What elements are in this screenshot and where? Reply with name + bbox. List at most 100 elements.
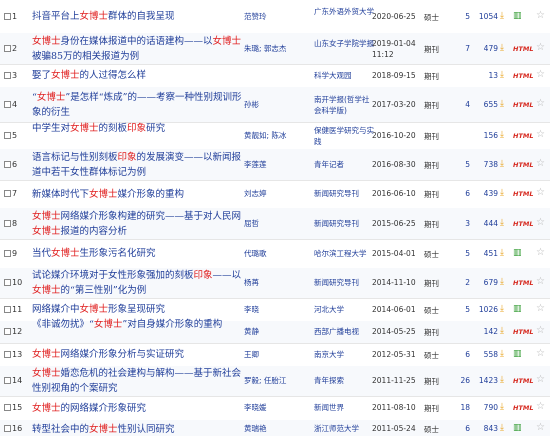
article-title-link[interactable]: 抖音平台上女博士群体的自我呈现 <box>32 9 242 24</box>
favorite-star-icon[interactable]: ☆ <box>536 401 545 412</box>
source-link[interactable]: 浙江师范大学 <box>314 423 376 434</box>
citation-count[interactable]: 5 <box>448 249 470 258</box>
article-title-link[interactable]: 语言标记与性别刻板印象的发展演变——以新闻报道中若干女性群体标记为例 <box>32 150 242 180</box>
article-title-link[interactable]: 女博士婚恋危机的社会建构与解构——基于新社会性别视角的个案研究 <box>32 366 242 396</box>
html-format-link[interactable]: HTML <box>513 328 533 336</box>
article-title-link[interactable]: 转型社会中的女博士性别认同研究 <box>32 422 242 436</box>
author-link[interactable]: 黄靓如; 陈冰 <box>244 130 308 141</box>
favorite-star-icon[interactable]: ☆ <box>536 247 545 258</box>
download-icon[interactable]: ⤓ <box>500 99 504 109</box>
source-link[interactable]: 广东外语外贸大学 <box>314 6 376 17</box>
download-icon[interactable]: ⤓ <box>500 11 504 21</box>
html-format-link[interactable]: HTML <box>513 101 533 109</box>
source-link[interactable]: 新闻研究导刊 <box>314 188 376 199</box>
row-checkbox[interactable] <box>4 160 11 168</box>
row-checkbox[interactable] <box>4 44 11 52</box>
row-checkbox[interactable] <box>4 350 11 358</box>
article-title-link[interactable]: 试论媒介环境对于女性形象强加的刻板印象——以女博士的“第三性别”化为例 <box>32 268 242 298</box>
row-checkbox[interactable] <box>4 425 11 432</box>
favorite-star-icon[interactable]: ☆ <box>536 10 545 21</box>
author-link[interactable]: 李晓 <box>244 304 308 315</box>
download-icon[interactable]: ⤓ <box>500 423 504 433</box>
favorite-star-icon[interactable]: ☆ <box>536 158 545 169</box>
author-link[interactable]: 王卿 <box>244 349 308 360</box>
download-icon[interactable]: ⤓ <box>500 304 504 314</box>
row-checkbox[interactable] <box>4 328 11 335</box>
book-icon[interactable]: ▥ <box>513 11 522 21</box>
favorite-star-icon[interactable]: ☆ <box>536 69 545 80</box>
author-link[interactable]: 罗毅; 任胎江 <box>244 375 308 386</box>
source-link[interactable]: 南开学报(哲学社会科学版) <box>314 94 376 116</box>
html-format-link[interactable]: HTML <box>513 220 533 228</box>
article-title-link[interactable]: 娶了女博士的人过得怎么样 <box>32 68 242 83</box>
citation-count[interactable]: 5 <box>448 305 470 314</box>
download-icon[interactable]: ⤓ <box>500 159 504 169</box>
row-checkbox[interactable] <box>4 100 11 108</box>
html-format-link[interactable]: HTML <box>513 132 533 140</box>
author-link[interactable]: 朱璐; 郭志杰 <box>244 43 308 54</box>
source-link[interactable]: 哈尔滨工程大学 <box>314 248 376 259</box>
author-link[interactable]: 黄瑞艳 <box>244 423 308 434</box>
article-title-link[interactable]: 女博士身份在媒体报道中的话语建构——以女博士被骗85万的相关报道为例 <box>32 34 242 64</box>
favorite-star-icon[interactable]: ☆ <box>536 374 545 385</box>
favorite-star-icon[interactable]: ☆ <box>536 217 545 228</box>
author-link[interactable]: 李晓媛 <box>244 402 308 413</box>
citation-count[interactable]: 4 <box>448 100 470 109</box>
author-link[interactable]: 范赞玲 <box>244 11 308 22</box>
favorite-star-icon[interactable]: ☆ <box>536 129 545 140</box>
citation-count[interactable]: 5 <box>448 12 470 21</box>
row-checkbox[interactable] <box>4 71 11 79</box>
citation-count[interactable]: 26 <box>448 376 470 385</box>
citation-count[interactable]: 7 <box>448 44 470 53</box>
download-icon[interactable]: ⤓ <box>500 402 504 412</box>
download-icon[interactable]: ⤓ <box>500 218 504 228</box>
favorite-star-icon[interactable]: ☆ <box>536 276 545 287</box>
source-link[interactable]: 青年探索 <box>314 375 376 386</box>
favorite-star-icon[interactable]: ☆ <box>536 348 545 359</box>
download-icon[interactable]: ⤓ <box>500 248 504 258</box>
citation-count[interactable]: 6 <box>448 189 470 198</box>
citation-count[interactable]: 6 <box>448 424 470 433</box>
article-title-link[interactable]: 女博士网络媒介形象分析与实证研究 <box>32 347 242 362</box>
source-link[interactable]: 西部广播电视 <box>314 326 376 337</box>
article-title-link[interactable]: 女博士的网络媒介形象研究 <box>32 401 242 416</box>
download-icon[interactable]: ⤓ <box>500 188 504 198</box>
html-format-link[interactable]: HTML <box>513 279 533 287</box>
html-format-link[interactable]: HTML <box>513 404 533 412</box>
row-checkbox[interactable] <box>4 249 11 257</box>
author-link[interactable]: 李莲莲 <box>244 159 308 170</box>
html-format-link[interactable]: HTML <box>513 45 533 53</box>
download-icon[interactable]: ⤓ <box>500 326 504 336</box>
source-link[interactable]: 保健医学研究与实践 <box>314 125 376 147</box>
author-link[interactable]: 黄静 <box>244 326 308 337</box>
download-icon[interactable]: ⤓ <box>500 375 504 385</box>
citation-count[interactable]: 3 <box>448 219 470 228</box>
article-title-link[interactable]: 《非诚勿扰》“女博士”对自身媒介形象的重构 <box>32 317 242 332</box>
row-checkbox[interactable] <box>4 190 11 197</box>
source-link[interactable]: 青年记者 <box>314 159 376 170</box>
author-link[interactable]: 刘志婷 <box>244 188 308 199</box>
article-title-link[interactable]: 新媒体时代下女博士媒介形象的重构 <box>32 187 242 202</box>
citation-count[interactable]: 2 <box>448 278 470 287</box>
favorite-star-icon[interactable]: ☆ <box>536 42 545 53</box>
favorite-star-icon[interactable]: ☆ <box>536 303 545 314</box>
row-checkbox[interactable] <box>4 404 11 411</box>
citation-count[interactable]: 18 <box>448 403 470 412</box>
book-icon[interactable]: ▥ <box>513 248 522 258</box>
download-icon[interactable]: ⤓ <box>500 277 504 287</box>
source-link[interactable]: 南京大学 <box>314 349 376 360</box>
row-checkbox[interactable] <box>4 131 11 139</box>
row-checkbox[interactable] <box>4 305 11 313</box>
article-title-link[interactable]: 中学生对女博士的刻板印象研究 <box>32 121 242 136</box>
source-link[interactable]: 河北大学 <box>314 304 376 315</box>
download-icon[interactable]: ⤓ <box>500 43 504 53</box>
html-format-link[interactable]: HTML <box>513 72 533 80</box>
favorite-star-icon[interactable]: ☆ <box>536 187 545 198</box>
author-link[interactable]: 屈哲 <box>244 218 308 229</box>
article-title-link[interactable]: “女博士”是怎样“炼成”的——考察一种性别规训形象的衍生 <box>32 90 242 120</box>
book-icon[interactable]: ▥ <box>513 304 522 314</box>
book-icon[interactable]: ▥ <box>513 423 522 433</box>
html-format-link[interactable]: HTML <box>513 161 533 169</box>
download-icon[interactable]: ⤓ <box>500 130 504 140</box>
source-link[interactable]: 科学大观园 <box>314 70 376 81</box>
